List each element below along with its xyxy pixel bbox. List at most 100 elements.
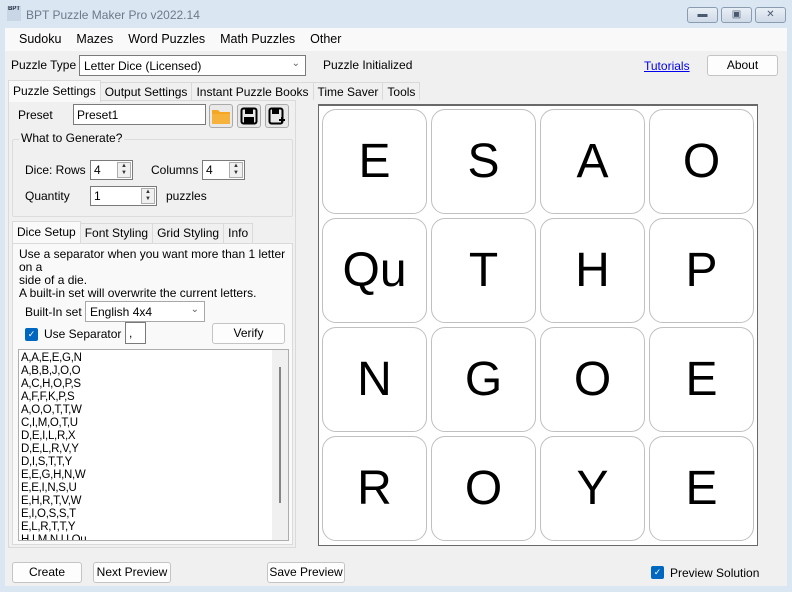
menu-mazes[interactable]: Mazes xyxy=(69,28,120,51)
spin-up-icon[interactable]: ▲ xyxy=(118,163,130,170)
app-window: BPT BPT Puzzle Maker Pro v2022.14 ▬ ▣ ✕ … xyxy=(0,0,792,592)
checkmark-icon: ✓ xyxy=(653,567,662,577)
about-button[interactable]: About xyxy=(707,55,778,76)
builtin-set-dropdown[interactable]: English 4x4 ⌄ xyxy=(85,301,205,322)
tab-instant-puzzle-books[interactable]: Instant Puzzle Books xyxy=(191,82,314,102)
columns-spinner[interactable]: 4 ▲ ▼ xyxy=(202,160,245,180)
save-as-preset-button[interactable] xyxy=(265,104,289,128)
preview-solution-checkbox[interactable]: ✓ xyxy=(651,566,664,579)
menu-math-puzzles[interactable]: Math Puzzles xyxy=(213,28,302,51)
die-cell: O xyxy=(649,109,754,214)
dice-line: E,L,R,T,T,Y xyxy=(21,521,76,533)
dice-line: H,I,M,N,U,Qu xyxy=(21,534,87,541)
columns-label: Columns xyxy=(151,163,199,177)
die-cell: A xyxy=(540,109,645,214)
builtin-set-value: English 4x4 xyxy=(90,305,153,319)
die-cell: T xyxy=(431,218,536,323)
separator-input[interactable]: , xyxy=(125,322,146,344)
puzzle-type-dropdown[interactable]: Letter Dice (Licensed) ⌄ xyxy=(79,55,306,76)
sub-tabs: Dice Setup Font Styling Grid Styling Inf… xyxy=(12,221,254,243)
preset-input[interactable]: Preset1 xyxy=(73,104,206,125)
use-separator-label: Use Separator xyxy=(44,327,122,341)
open-folder-icon xyxy=(212,110,230,124)
menu-word-puzzles[interactable]: Word Puzzles xyxy=(121,28,212,51)
puzzle-settings-panel: Preset Preset1 What to Generate? Dice: R… xyxy=(8,100,296,548)
die-cell: O xyxy=(540,327,645,432)
open-preset-button[interactable] xyxy=(209,104,233,128)
die-cell: Y xyxy=(540,436,645,541)
menu-sudoku[interactable]: Sudoku xyxy=(12,28,68,51)
save-preview-button[interactable]: Save Preview xyxy=(267,562,345,583)
quantity-unit: puzzles xyxy=(166,189,207,203)
tab-time-saver[interactable]: Time Saver xyxy=(312,82,384,102)
quantity-value: 1 xyxy=(94,189,101,203)
tab-info[interactable]: Info xyxy=(223,223,254,243)
tab-tools[interactable]: Tools xyxy=(382,82,421,102)
rows-spinner[interactable]: 4 ▲ ▼ xyxy=(90,160,133,180)
dice-line: A,F,F,K,P,S xyxy=(21,391,75,403)
dice-line: D,E,L,R,V,Y xyxy=(21,443,79,455)
minimize-icon: ▬ xyxy=(697,9,708,20)
dice-line: E,H,R,T,V,W xyxy=(21,495,82,507)
dice-line: A,C,H,O,P,S xyxy=(21,378,81,390)
builtin-set-label: Built-In set xyxy=(25,305,82,319)
menu-bar: Sudoku Mazes Word Puzzles Math Puzzles O… xyxy=(5,28,787,51)
spin-up-icon[interactable]: ▲ xyxy=(230,163,242,170)
tab-puzzle-settings[interactable]: Puzzle Settings xyxy=(8,80,101,102)
maximize-icon: ▣ xyxy=(731,9,742,20)
die-cell: E xyxy=(649,436,754,541)
save-as-icon xyxy=(268,107,285,125)
dice-line: E,I,O,S,S,T xyxy=(21,508,76,520)
tab-output-settings[interactable]: Output Settings xyxy=(99,82,193,102)
die-cell: P xyxy=(649,218,754,323)
next-preview-button[interactable]: Next Preview xyxy=(93,562,171,583)
main-tabs: Puzzle Settings Output Settings Instant … xyxy=(8,80,421,102)
close-button[interactable]: ✕ xyxy=(755,7,786,23)
app-logo-icon: BPT xyxy=(7,6,21,21)
tab-grid-styling[interactable]: Grid Styling xyxy=(152,223,225,243)
quantity-label: Quantity xyxy=(25,189,70,203)
quantity-spin-buttons[interactable]: ▲ ▼ xyxy=(141,188,155,204)
title-bar: BPT BPT Puzzle Maker Pro v2022.14 ▬ ▣ ✕ xyxy=(0,0,792,28)
window-title: BPT Puzzle Maker Pro v2022.14 xyxy=(26,8,200,22)
die-cell: N xyxy=(322,327,427,432)
help-line-1: Use a separator when you want more than … xyxy=(19,247,286,274)
tab-dice-setup[interactable]: Dice Setup xyxy=(12,221,81,243)
spin-down-icon[interactable]: ▼ xyxy=(142,196,154,203)
dice-line: A,B,B,J,O,O xyxy=(21,365,81,377)
spin-down-icon[interactable]: ▼ xyxy=(230,170,242,177)
die-cell: H xyxy=(540,218,645,323)
menu-other[interactable]: Other xyxy=(303,28,348,51)
save-preset-button[interactable] xyxy=(237,104,261,128)
die-cell: S xyxy=(431,109,536,214)
preview-solution-label: Preview Solution xyxy=(670,566,760,580)
puzzle-type-label: Puzzle Type xyxy=(11,58,77,72)
die-cell: E xyxy=(322,109,427,214)
vertical-scrollbar[interactable] xyxy=(272,350,288,540)
tab-font-styling[interactable]: Font Styling xyxy=(79,223,154,243)
dice-line: D,E,I,L,R,X xyxy=(21,430,76,442)
chevron-down-icon: ⌄ xyxy=(291,58,300,69)
minimize-button[interactable]: ▬ xyxy=(687,7,718,23)
die-cell: R xyxy=(322,436,427,541)
use-separator-checkbox[interactable]: ✓ xyxy=(25,328,38,341)
verify-button[interactable]: Verify xyxy=(212,323,285,344)
close-icon: ✕ xyxy=(766,9,775,20)
status-text: Puzzle Initialized xyxy=(323,58,413,72)
create-button[interactable]: Create xyxy=(12,562,82,583)
die-cell: G xyxy=(431,327,536,432)
dice-setup-panel: Use a separator when you want more than … xyxy=(12,243,293,545)
columns-spin-buttons[interactable]: ▲ ▼ xyxy=(229,162,243,178)
rows-label: Dice: Rows xyxy=(25,163,86,177)
rows-spin-buttons[interactable]: ▲ ▼ xyxy=(117,162,131,178)
what-to-generate-title: What to Generate? xyxy=(19,131,125,145)
spin-up-icon[interactable]: ▲ xyxy=(142,189,154,196)
puzzle-preview: E S A O Qu T H P N G O E R O Y E xyxy=(318,104,758,546)
dice-letters-textarea[interactable]: A,A,E,E,G,N A,B,B,J,O,O A,C,H,O,P,S A,F,… xyxy=(18,349,289,541)
spin-down-icon[interactable]: ▼ xyxy=(118,170,130,177)
quantity-spinner[interactable]: 1 ▲ ▼ xyxy=(90,186,157,206)
tutorials-link[interactable]: Tutorials xyxy=(644,59,690,73)
maximize-button[interactable]: ▣ xyxy=(721,7,752,23)
dice-line: A,A,E,E,G,N xyxy=(21,352,82,364)
scrollbar-thumb[interactable] xyxy=(279,367,281,503)
